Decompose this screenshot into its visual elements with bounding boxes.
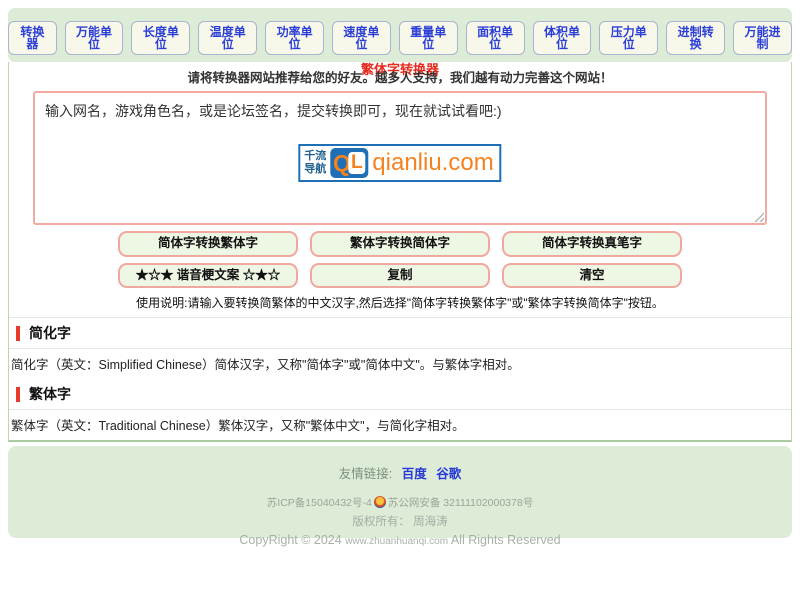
section-body-simplified: 简化字（英文：Simplified Chinese）简体汉字，又称"简体字"或"… <box>9 348 791 379</box>
usage-instructions: 使用说明:请输入要转换简繁体的中文汉字,然后选择"简体字转换繁体字"或"繁体字转… <box>9 294 791 311</box>
section-head-traditional: 繁体字 <box>9 379 791 409</box>
copyright-owner: 版权所有： 周海涛 <box>8 513 792 529</box>
copyright-prefix: CopyRight © 2024 <box>239 533 341 547</box>
copy-button[interactable]: 复制 <box>310 263 490 289</box>
nav-item-radix-convert[interactable]: 进制转换 <box>666 21 725 55</box>
police-filing-number: 苏公网安备 32111102000378号 <box>388 497 533 509</box>
section-title-traditional: 繁体字 <box>29 384 71 404</box>
copyright-suffix: All Rights Reserved <box>451 533 561 547</box>
nav-item-universal-unit[interactable]: 万能单位 <box>65 21 124 55</box>
icp-number: 苏ICP备15040432号-4 <box>267 497 372 509</box>
clear-button[interactable]: 清空 <box>502 263 682 289</box>
copyright-domain: www.zhuanhuanqi.com <box>345 536 448 547</box>
traditional-to-simplified-button[interactable]: 繁体字转换简体字 <box>310 231 490 257</box>
conversion-text-input[interactable] <box>33 91 767 225</box>
content-box: 请将转换器网站推荐给您的好友。越多人支持，我们越有动力完善这个网站！ 千流 导航… <box>8 62 792 442</box>
nav-item-weight-unit[interactable]: 重量单位 <box>399 21 458 55</box>
friend-links-line: 友情链接: 百度 谷歌 <box>8 463 792 482</box>
friend-links-label: 友情链接: <box>339 467 392 481</box>
converter-input-area: 千流 导航 Q L qianliu.com <box>33 91 767 225</box>
section-marker-bar <box>16 326 20 341</box>
header-panel: 转换器 万能单位 长度单位 温度单位 功率单位 速度单位 重量单位 面积单位 体… <box>8 8 792 62</box>
top-nav: 转换器 万能单位 长度单位 温度单位 功率单位 速度单位 重量单位 面积单位 体… <box>8 21 792 55</box>
section-head-simplified: 简化字 <box>9 318 791 348</box>
nav-item-volume-unit[interactable]: 体积单位 <box>533 21 592 55</box>
friend-link-baidu[interactable]: 百度 <box>402 467 427 481</box>
homophone-meme-button[interactable]: ★☆★ 谐音梗文案 ☆★☆ <box>118 263 298 289</box>
friend-link-google[interactable]: 谷歌 <box>436 467 461 481</box>
section-body-traditional: 繁体字（英文：Traditional Chinese）繁体汉字，又称"繁体中文"… <box>9 409 791 440</box>
footer-panel: 友情链接: 百度 谷歌 苏ICP备15040432号-4 苏公网安备 321111… <box>8 446 792 538</box>
police-badge-icon <box>374 496 386 508</box>
nav-item-temperature-unit[interactable]: 温度单位 <box>198 21 257 55</box>
nav-item-length-unit[interactable]: 长度单位 <box>131 21 190 55</box>
simplified-to-zhenbi-button[interactable]: 简体字转换真笔字 <box>502 231 682 257</box>
section-title-simplified: 简化字 <box>29 323 71 343</box>
nav-item-power-unit[interactable]: 功率单位 <box>265 21 324 55</box>
nav-item-universal-radix[interactable]: 万能进制 <box>733 21 792 55</box>
convert-buttons-row2: ★☆★ 谐音梗文案 ☆★☆ 复制 清空 <box>9 263 791 289</box>
nav-item-area-unit[interactable]: 面积单位 <box>466 21 525 55</box>
convert-buttons-row1: 简体字转换繁体字 繁体字转换简体字 简体字转换真笔字 <box>9 231 791 257</box>
copyright-line: CopyRight © 2024 www.zhuanhuanqi.com All… <box>8 533 792 547</box>
icp-filing-line: 苏ICP备15040432号-4 苏公网安备 32111102000378号 <box>8 495 792 510</box>
share-subtitle: 请将转换器网站推荐给您的好友。越多人支持，我们越有动力完善这个网站！ <box>9 62 791 90</box>
nav-item-speed-unit[interactable]: 速度单位 <box>332 21 391 55</box>
nav-item-pressure-unit[interactable]: 压力单位 <box>599 21 658 55</box>
section-marker-bar <box>16 387 20 402</box>
simplified-to-traditional-button[interactable]: 简体字转换繁体字 <box>118 231 298 257</box>
nav-item-converter[interactable]: 转换器 <box>8 21 57 55</box>
